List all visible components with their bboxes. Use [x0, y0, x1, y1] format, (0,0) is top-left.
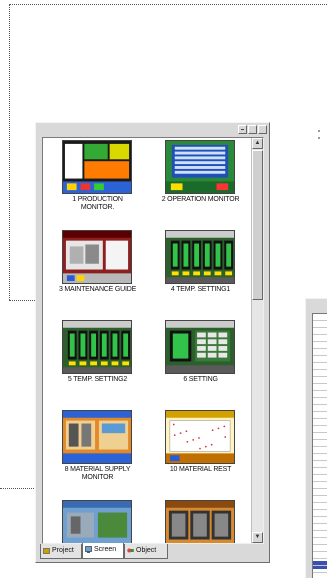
screen-thumbnail[interactable]: 1 PRODUCTION MONITOR. — [46, 140, 149, 228]
list-row[interactable] — [313, 482, 327, 489]
project-icon — [43, 548, 50, 554]
screen-preview-image — [165, 410, 235, 464]
list-row[interactable] — [313, 405, 327, 412]
list-row[interactable] — [313, 356, 327, 363]
screen-thumbnail[interactable]: 3 MAINTENANCE GUIDE — [46, 230, 149, 318]
window-titlebar[interactable] — [36, 123, 269, 137]
tab-project-label: Project — [52, 547, 74, 554]
close-button[interactable] — [258, 125, 267, 134]
workspace-tabs: Project Screen Object — [40, 543, 266, 560]
list-row[interactable] — [313, 440, 327, 447]
minimize-button[interactable] — [238, 125, 247, 134]
screen-thumbnail[interactable] — [46, 500, 149, 543]
list-row[interactable] — [313, 370, 327, 377]
screen-label: 3 MAINTENANCE GUIDE — [58, 286, 137, 293]
screen-label: 8 MATERIAL SUPPLY MONITOR — [64, 466, 131, 481]
maximize-button[interactable] — [248, 125, 257, 134]
object-icon — [127, 548, 134, 553]
list-row[interactable] — [313, 342, 327, 349]
list-row[interactable] — [313, 398, 327, 405]
screen-label: 4 TEMP. SETTING1 — [170, 286, 231, 293]
list-row[interactable] — [313, 510, 327, 517]
list-row[interactable] — [313, 384, 327, 391]
list-row[interactable] — [313, 377, 327, 384]
screen-preview-image — [165, 230, 235, 284]
screen-label: 2 OPERATION MONITOR — [161, 196, 240, 203]
connector-line-top — [9, 4, 327, 5]
screen-thumbnail-panel: 1 PRODUCTION MONITOR. 2 OPERATION MONITOR… — [42, 137, 264, 544]
screen-preview-image — [62, 410, 132, 464]
list-row[interactable] — [313, 314, 327, 321]
screen-preview-image — [165, 320, 235, 374]
list-row[interactable] — [313, 461, 327, 468]
list-row[interactable] — [313, 363, 327, 370]
screen-thumbnail[interactable]: 8 MATERIAL SUPPLY MONITOR — [46, 410, 149, 498]
list-row[interactable] — [313, 321, 327, 328]
list-row[interactable] — [313, 335, 327, 342]
screen-preview-image — [165, 140, 235, 194]
list-row[interactable] — [313, 412, 327, 419]
list-row[interactable] — [313, 545, 327, 552]
screen-thumbnail[interactable]: 4 TEMP. SETTING1 — [149, 230, 252, 318]
list-row[interactable] — [313, 573, 327, 578]
screen-preview-image — [165, 500, 235, 543]
list-row[interactable] — [313, 426, 327, 433]
screen-thumbnail[interactable]: 2 OPERATION MONITOR — [149, 140, 252, 228]
list-row[interactable] — [313, 454, 327, 461]
tab-object-label: Object — [136, 547, 157, 554]
list-row[interactable] — [313, 496, 327, 503]
tab-project[interactable]: Project — [40, 544, 82, 559]
connector-line-bottom — [0, 488, 36, 489]
screen-preview-image — [62, 500, 132, 543]
screen-thumbnail[interactable]: 5 TEMP. SETTING2 — [46, 320, 149, 408]
screen-preview-image — [62, 230, 132, 284]
connector-line-left — [9, 4, 10, 300]
list-row[interactable] — [313, 552, 327, 559]
object-list-panel — [312, 313, 327, 578]
screen-label: 5 TEMP. SETTING2 — [67, 376, 128, 383]
screen-label: 10 MATERIAL REST — [169, 466, 232, 473]
connector-line-mid — [9, 300, 37, 301]
screen-thumbnail[interactable]: 10 MATERIAL REST — [149, 410, 252, 498]
list-row[interactable] — [313, 489, 327, 496]
list-row[interactable] — [313, 433, 327, 440]
list-row[interactable] — [313, 524, 327, 531]
list-row[interactable] — [313, 475, 327, 482]
vertical-scrollbar[interactable]: ▲ ▼ — [251, 138, 263, 543]
scroll-down-button[interactable]: ▼ — [252, 532, 263, 543]
list-row[interactable] — [313, 503, 327, 510]
list-row[interactable] — [313, 447, 327, 454]
screen-label: 6 SETTING — [183, 376, 218, 383]
list-row[interactable] — [313, 559, 327, 566]
list-row[interactable] — [313, 391, 327, 398]
scroll-up-button[interactable]: ▲ — [252, 138, 263, 149]
decor-mark — [318, 137, 320, 139]
screen-preview-image — [62, 320, 132, 374]
screen-icon — [85, 546, 92, 553]
screen-thumbnail[interactable] — [149, 500, 252, 543]
screen-thumbnail[interactable]: 6 SETTING — [149, 320, 252, 408]
tab-screen[interactable]: Screen — [82, 543, 124, 559]
screen-label: 1 PRODUCTION MONITOR. — [72, 196, 123, 211]
screen-preview-image — [62, 140, 132, 194]
list-row[interactable] — [313, 517, 327, 524]
tab-object[interactable]: Object — [124, 544, 168, 559]
list-row[interactable] — [313, 531, 327, 538]
screen-list-window: 1 PRODUCTION MONITOR. 2 OPERATION MONITOR… — [35, 122, 270, 563]
scrollbar-thumb[interactable] — [252, 150, 263, 300]
object-list-window — [305, 298, 327, 578]
list-row[interactable] — [313, 468, 327, 475]
list-row[interactable] — [313, 538, 327, 545]
list-row[interactable] — [313, 328, 327, 335]
tab-screen-label: Screen — [94, 546, 117, 553]
list-row[interactable] — [313, 349, 327, 356]
list-row[interactable] — [313, 419, 327, 426]
decor-mark — [318, 130, 320, 132]
